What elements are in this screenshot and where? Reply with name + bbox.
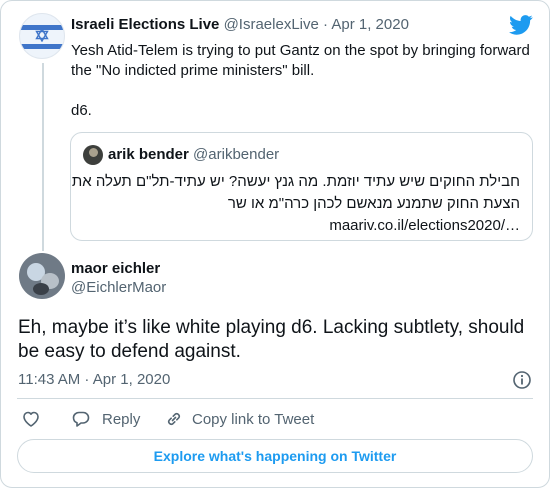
parent-text-line2: d6. [71, 102, 92, 119]
parent-date[interactable]: Apr 1, 2020 [331, 16, 409, 33]
parent-author-handle[interactable]: @IsraelexLive [224, 16, 319, 33]
parent-avatar[interactable] [19, 13, 65, 59]
reply-label: Reply [102, 410, 141, 428]
quoted-link[interactable]: maariv.co.il/elections2020/… [90, 215, 520, 237]
reply-avatar[interactable] [19, 253, 65, 299]
quoted-tweet[interactable]: arik bender @arikbender חבילת החוקים שיש… [70, 132, 533, 241]
quoted-author-handle: @arikbender [193, 146, 280, 163]
embedded-tweet-card: Israeli Elections Live @IsraelexLive · A… [0, 0, 550, 488]
explore-twitter-button[interactable]: Explore what's happening on Twitter [17, 439, 533, 473]
like-button[interactable] [21, 409, 41, 429]
parent-header: Israeli Elections Live @IsraelexLive · A… [71, 16, 409, 33]
heart-icon [23, 411, 39, 427]
quoted-text: חבילת החוקים שיש עתיד יוזמת. מה גנץ יעשה… [71, 171, 520, 237]
quoted-author-name: arik bender [108, 146, 189, 163]
reply-tweet-text: Eh, maybe it’s like white playing d6. La… [18, 317, 525, 362]
quoted-header: arik bender @arikbender [108, 146, 279, 163]
parent-tweet-text: Yesh Atid-Telem is trying to put Gantz o… [71, 41, 531, 121]
copy-link-label: Copy link to Tweet [192, 410, 315, 428]
quoted-text-line1: חבילת החוקים שיש עתיד יוזמת. מה גנץ יעשה… [71, 173, 520, 190]
reply-bubble-icon [72, 411, 90, 427]
parent-author-name[interactable]: Israeli Elections Live [71, 16, 219, 33]
twitter-bird-icon[interactable] [509, 15, 533, 35]
copy-link-button[interactable]: Copy link to Tweet [164, 409, 314, 429]
reply-author-handle[interactable]: @EichlerMaor [71, 279, 166, 296]
parent-text-line1: Yesh Atid-Telem is trying to put Gantz o… [71, 42, 530, 79]
thread-line [42, 63, 44, 251]
flag-stripe-bottom [20, 44, 64, 49]
info-icon[interactable] [512, 370, 532, 390]
reply-author-name[interactable]: maor eichler [71, 260, 160, 277]
parent-tweet[interactable]: Israeli Elections Live @IsraelexLive · A… [1, 1, 549, 251]
avatar-shape [33, 283, 49, 295]
divider [17, 398, 533, 399]
reply-button[interactable]: Reply [71, 409, 140, 429]
quoted-text-line2: הצעת החוק שתמנע מנאשם לכהן כרה"מ או שר [227, 195, 520, 212]
link-icon [167, 412, 181, 426]
quoted-avatar [83, 145, 103, 165]
parent-separator: · [323, 16, 329, 33]
star-of-david-icon [35, 28, 49, 42]
reply-timestamp[interactable]: 11:43 AM · Apr 1, 2020 [18, 371, 170, 388]
